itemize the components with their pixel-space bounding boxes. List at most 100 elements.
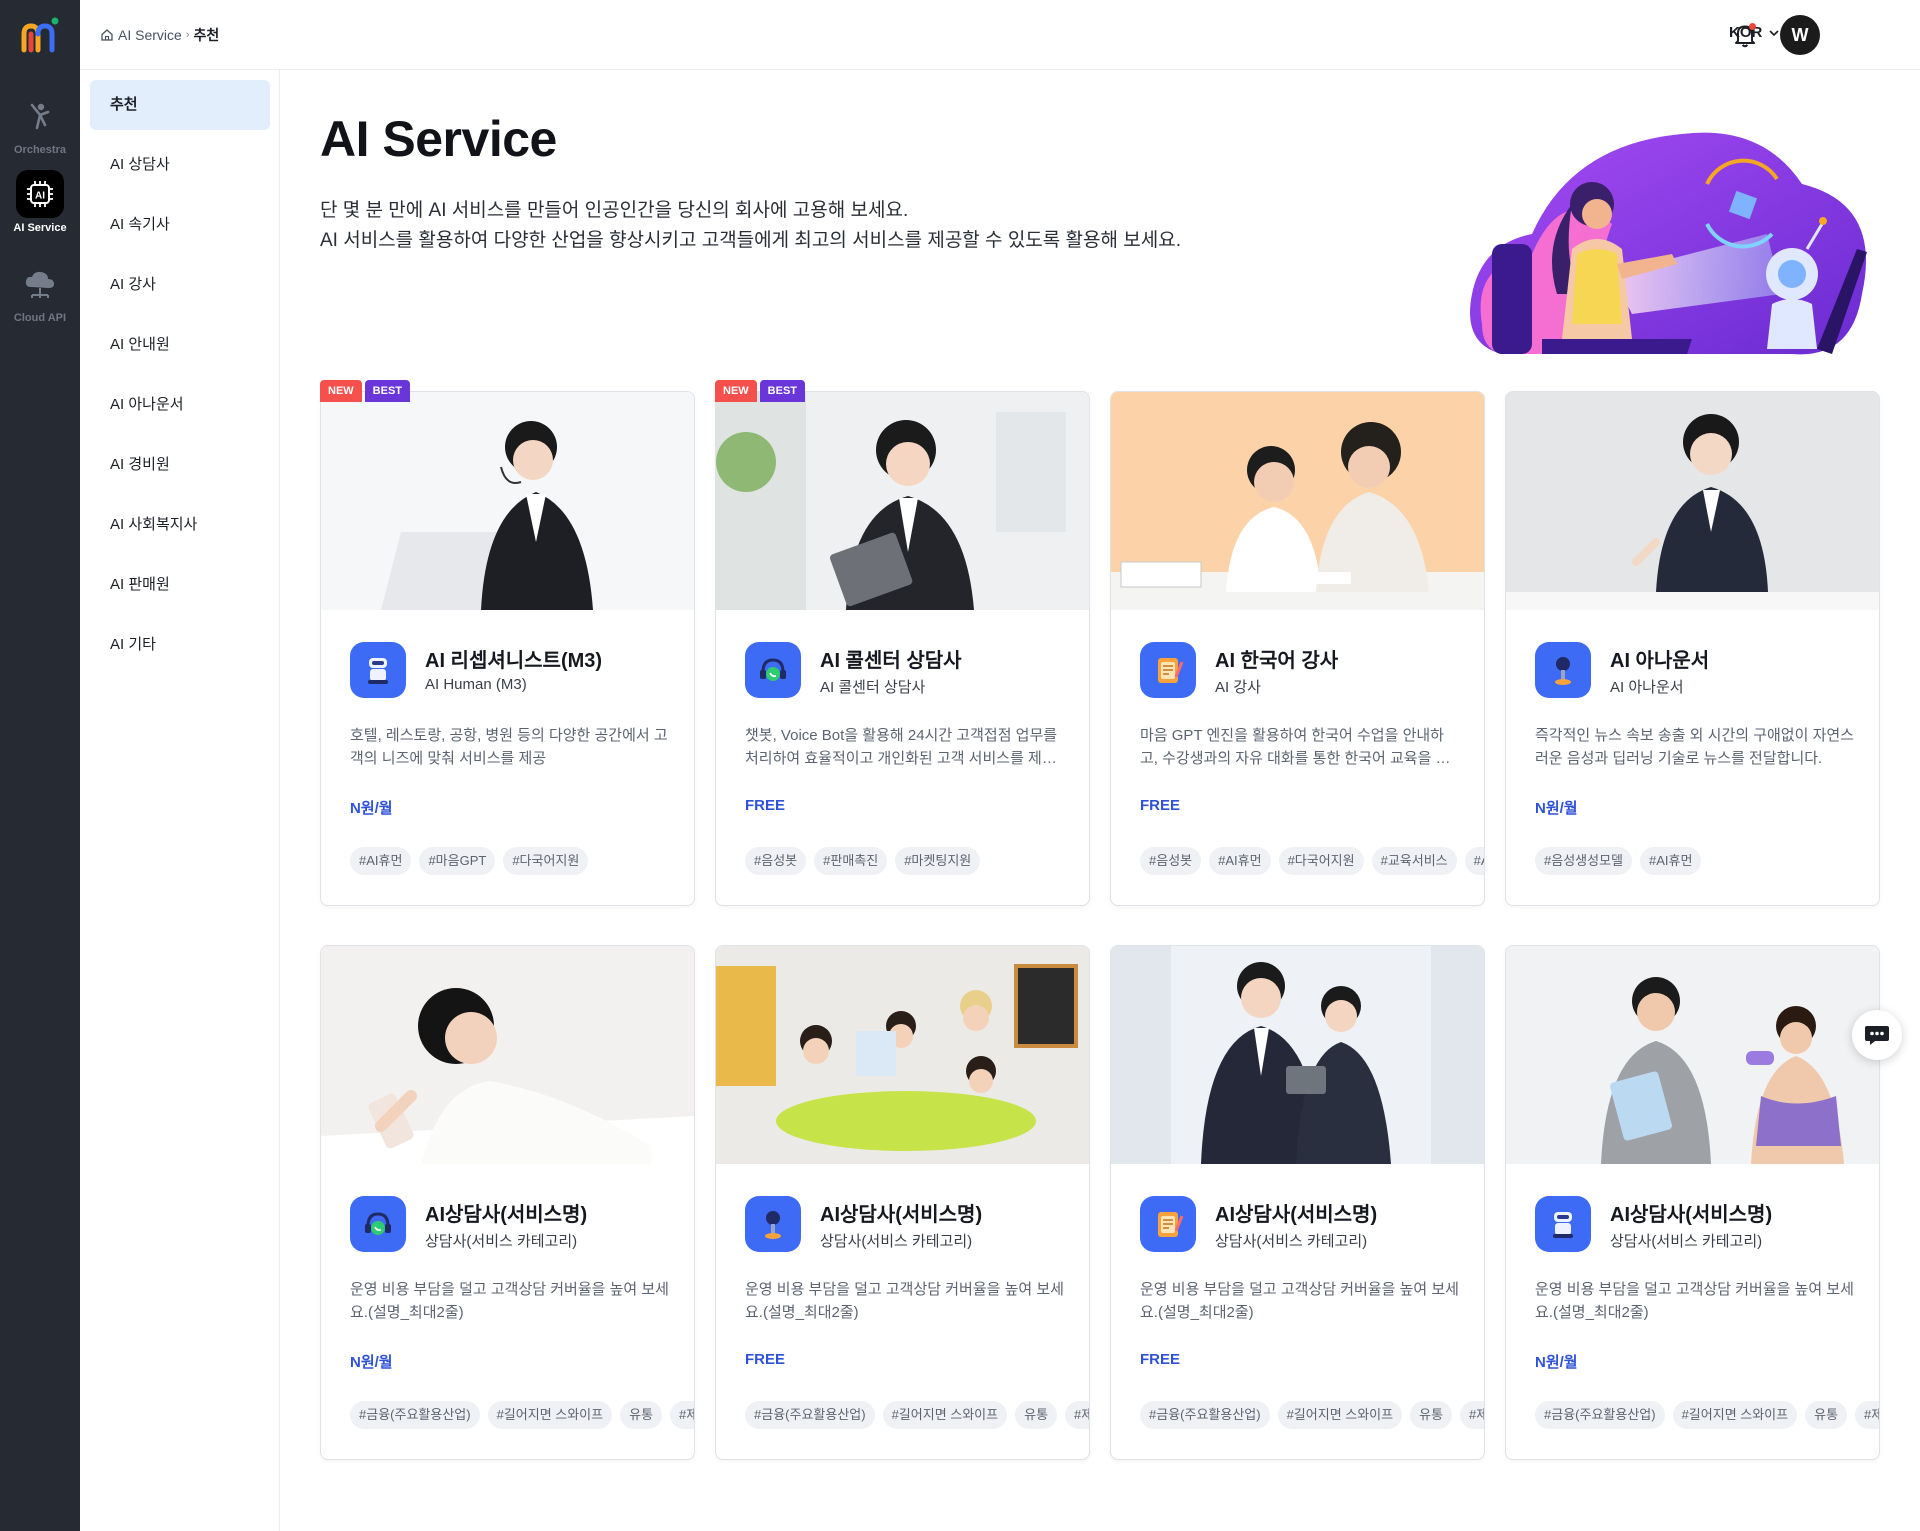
avatar[interactable]: W xyxy=(1780,15,1820,55)
tag[interactable]: #길어지면 스와이프 xyxy=(1672,1401,1798,1429)
breadcrumb-current: 추천 xyxy=(193,27,220,43)
tag[interactable]: #길어지면 스와이프 xyxy=(1277,1401,1403,1429)
card-description: 즉각적인 뉴스 속보 송출 외 시간의 구애없이 자연스러운 음성과 딥러닝 기… xyxy=(1535,727,1854,767)
breadcrumb-root[interactable]: AI Service xyxy=(118,27,182,43)
subnav-item-stenographer[interactable]: AI 속기사 xyxy=(90,200,270,250)
card-description: 운영 비용 부담을 덜고 고객상담 커버율을 높여 보세요.(설명_최대2줄) xyxy=(1535,1281,1854,1321)
tag[interactable]: #제조 xyxy=(670,1401,694,1429)
brand-logo[interactable] xyxy=(20,16,60,54)
tag[interactable]: #길어지면 스와이프 xyxy=(487,1401,613,1429)
tag[interactable]: 유통 xyxy=(1805,1401,1848,1429)
service-card[interactable]: AI 콜센터 상담사 AI 콜센터 상담사 챗봇, Voice Bot을 활용해… xyxy=(715,391,1090,906)
hero-illustration xyxy=(1470,132,1867,355)
best-badge: BEST xyxy=(364,380,411,402)
card-price: FREE xyxy=(745,1351,786,1368)
card-thumbnail xyxy=(1111,946,1484,1164)
tag[interactable]: #금융(주요활용산업) xyxy=(745,1401,875,1429)
card-subtitle: AI 강사 xyxy=(1215,679,1261,696)
chat-button[interactable] xyxy=(1852,1010,1902,1060)
tag[interactable]: #금융(주요활용산업) xyxy=(1535,1401,1665,1429)
card-description: 운영 비용 부담을 덜고 고객상담 커버율을 높여 보세요.(설명_최대2줄) xyxy=(350,1281,669,1321)
tag[interactable]: #AI휴먼 xyxy=(1209,847,1271,875)
card-title: AI상담사(서비스명) xyxy=(1610,1204,1773,1226)
card-subtitle: AI 아나운서 xyxy=(1610,679,1684,696)
tag[interactable]: #판매촉진 xyxy=(814,847,888,875)
subnav-item-guide[interactable]: AI 안내원 xyxy=(90,320,270,370)
tag[interactable]: #교육서비스 xyxy=(1371,847,1457,875)
tag[interactable]: #마켓팅지원 xyxy=(895,847,981,875)
tag[interactable]: #제조 xyxy=(1855,1401,1879,1429)
tag[interactable]: #금융(주요활용산업) xyxy=(350,1401,480,1429)
service-card[interactable]: AI상담사(서비스명) 상담사(서비스 카테고리) 운영 비용 부담을 덜고 고… xyxy=(320,945,695,1460)
service-card[interactable]: AI 아나운서 AI 아나운서 즉각적인 뉴스 속보 송출 외 시간의 구애없이… xyxy=(1505,391,1880,906)
breadcrumb-separator-icon: › xyxy=(185,29,190,41)
card-price: FREE xyxy=(1140,1351,1181,1368)
tag[interactable]: 유통 xyxy=(620,1401,663,1429)
notebook-icon xyxy=(1140,642,1196,698)
microphone-icon xyxy=(745,1196,801,1252)
best-badge: BEST xyxy=(759,380,806,402)
subnav-item-security-guard[interactable]: AI 경비원 xyxy=(90,440,270,490)
service-card[interactable]: AI상담사(서비스명) 상담사(서비스 카테고리) 운영 비용 부담을 덜고 고… xyxy=(1505,945,1880,1460)
card-subtitle: 상담사(서비스 카테고리) xyxy=(1215,1233,1368,1250)
card-tags: #AI휴먼 #마음GPT #다국어지원 xyxy=(350,847,694,877)
subnav-item-instructor[interactable]: AI 강사 xyxy=(90,260,270,310)
tag[interactable]: #AI휴먼 xyxy=(1640,847,1702,875)
tag[interactable]: #음성생성모델 xyxy=(1535,847,1632,875)
new-badge: NEW xyxy=(320,380,362,402)
card-subtitle: AI Human (M3) xyxy=(425,676,527,693)
subnav-item-other[interactable]: AI 기타 xyxy=(90,620,270,670)
card-description: 챗봇, Voice Bot을 활용해 24시간 고객접점 업무를 처리하여 효율… xyxy=(745,727,1058,767)
card-thumbnail xyxy=(1111,392,1484,610)
rail-item-orchestra[interactable]: Orchestra xyxy=(0,92,80,156)
tag[interactable]: #음성봇 xyxy=(745,847,807,875)
rail-label: Orchestra xyxy=(14,144,66,156)
description-line: 단 몇 분 만에 AI 서비스를 만들어 인공인간을 당신의 회사에 고용해 보… xyxy=(320,200,909,221)
tag[interactable]: 유통 xyxy=(1015,1401,1058,1429)
tag[interactable]: #음성봇 xyxy=(1140,847,1202,875)
card-badges: NEW BEST xyxy=(320,380,411,402)
subnav-item-social-worker[interactable]: AI 사회복지사 xyxy=(90,500,270,550)
service-card[interactable]: AI상담사(서비스명) 상담사(서비스 카테고리) 운영 비용 부담을 덜고 고… xyxy=(715,945,1090,1460)
card-thumbnail xyxy=(716,392,1089,610)
tag[interactable]: #다국어지원 xyxy=(1278,847,1364,875)
tag[interactable]: #다국어지원 xyxy=(503,847,589,875)
tag[interactable]: #제조 xyxy=(1065,1401,1089,1429)
card-price: FREE xyxy=(745,797,786,814)
rail-label: Cloud API xyxy=(13,312,67,324)
subnav-item-counselor[interactable]: AI 상담사 xyxy=(90,140,270,190)
microphone-icon xyxy=(1535,642,1591,698)
card-description: 마음 GPT 엔진을 활용하여 한국어 수업을 안내하고, 수강생과의 자유 대… xyxy=(1140,727,1450,767)
tag[interactable]: #제조 xyxy=(1460,1401,1484,1429)
card-subtitle: 상담사(서비스 카테고리) xyxy=(425,1233,578,1250)
card-price: N원/월 xyxy=(1535,1354,1578,1371)
rail-label: AI Service xyxy=(13,222,67,234)
card-subtitle: 상담사(서비스 카테고리) xyxy=(820,1233,973,1250)
service-card[interactable]: AI 한국어 강사 AI 강사 마음 GPT 엔진을 활용하여 한국어 수업을 … xyxy=(1110,391,1485,906)
tag[interactable]: 유통 xyxy=(1410,1401,1453,1429)
card-thumbnail xyxy=(1506,392,1879,610)
subnav-item-salesperson[interactable]: AI 판매원 xyxy=(90,560,270,610)
tag[interactable]: #금융(주요활용산업) xyxy=(1140,1401,1270,1429)
service-card[interactable]: AI상담사(서비스명) 상담사(서비스 카테고리) 운영 비용 부담을 덜고 고… xyxy=(1110,945,1485,1460)
card-title: AI 한국어 강사 xyxy=(1215,650,1339,672)
subnav-item-announcer[interactable]: AI 아나운서 xyxy=(90,380,270,430)
tag[interactable]: #AI휴먼 xyxy=(350,847,412,875)
rail-item-cloud-api[interactable]: Cloud API xyxy=(0,260,80,324)
tag[interactable]: #AI강사 xyxy=(1464,847,1484,875)
card-badges: NEW BEST xyxy=(715,380,806,402)
card-description: 호텔, 레스토랑, 공항, 병원 등의 다양한 공간에서 고객의 니즈에 맞춰 … xyxy=(350,727,668,767)
card-thumbnail xyxy=(321,946,694,1164)
notebook-icon xyxy=(1140,1196,1196,1252)
subnav-item-recommended[interactable]: 추천 xyxy=(90,80,270,130)
rail-item-ai-service[interactable]: AI AI Service xyxy=(0,170,80,234)
card-price: N원/월 xyxy=(1535,800,1578,817)
card-subtitle: 상담사(서비스 카테고리) xyxy=(1610,1233,1763,1250)
tag[interactable]: #마음GPT xyxy=(419,847,496,875)
home-icon[interactable] xyxy=(100,28,114,42)
service-card[interactable]: AI 리셉셔니스트(M3) AI Human (M3) 호텔, 레스토랑, 공항… xyxy=(320,391,695,906)
description-line: AI 서비스를 활용하여 다양한 산업을 향상시키고 고객들에게 최고의 서비스… xyxy=(320,230,1181,251)
category-nav: 추천 AI 상담사 AI 속기사 AI 강사 AI 안내원 AI 아나운서 AI… xyxy=(80,70,280,1531)
tag[interactable]: #길어지면 스와이프 xyxy=(882,1401,1008,1429)
card-tags: #음성봇 #판매촉진 #마켓팅지원 xyxy=(745,847,1089,877)
